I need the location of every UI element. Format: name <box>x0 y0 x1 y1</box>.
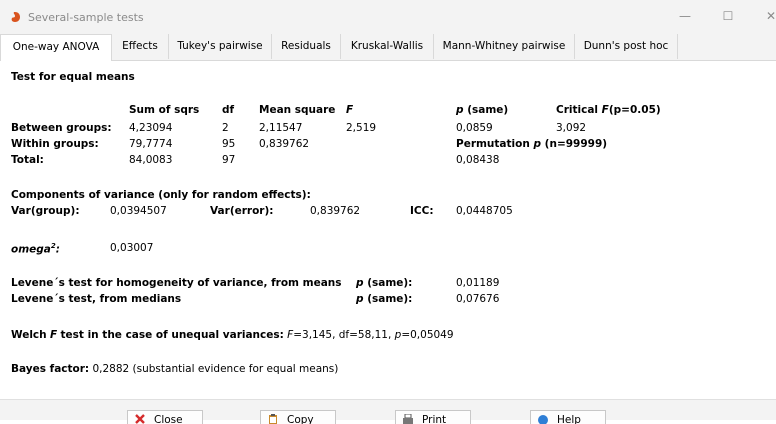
omega-value: 0,03007 <box>110 242 154 254</box>
footer-bar: Close Copy Print Help <box>0 399 776 424</box>
cell-total-sum: 84,0083 <box>129 154 173 166</box>
levene-means-label: Levene´s test for homogeneity of varianc… <box>11 277 342 289</box>
levene-means-p-label: p (same): <box>356 277 413 289</box>
minimize-button[interactable]: — <box>677 8 693 24</box>
col-header-df: df <box>222 104 235 116</box>
copy-button[interactable]: Copy <box>260 410 336 424</box>
levene-medians-label: Levene´s test, from medians <box>11 293 182 305</box>
results-panel: Test for equal means Sum of sqrs df Mean… <box>0 61 776 388</box>
omega-label: omega2: <box>11 242 60 256</box>
cell-between-df: 2 <box>222 122 229 134</box>
col-header-critical: Critical F(p=0.05) <box>556 104 661 116</box>
close-window-button[interactable]: ✕ <box>763 8 776 24</box>
app-logo-icon <box>11 12 20 22</box>
permutation-label: Permutation p (n=99999) <box>456 138 608 150</box>
close-x-icon <box>135 414 145 424</box>
cell-within-sum: 79,7774 <box>129 138 173 150</box>
help-icon <box>538 415 548 424</box>
cell-total-df: 97 <box>222 154 236 166</box>
tab-bar: One-way ANOVA Effects Tukey's pairwise R… <box>0 34 776 61</box>
icc-value: 0,0448705 <box>456 205 513 217</box>
row-label-total: Total: <box>11 154 44 166</box>
tab-effects[interactable]: Effects <box>112 34 169 59</box>
levene-medians-p-value: 0,07676 <box>456 293 500 305</box>
var-group-value: 0,0394507 <box>110 205 167 217</box>
print-button[interactable]: Print <box>395 410 471 424</box>
printer-icon <box>403 414 413 424</box>
cell-between-critical: 3,092 <box>556 122 587 134</box>
cell-between-sum: 4,23094 <box>129 122 173 134</box>
col-header-p: p (same) <box>456 104 509 116</box>
tab-mann-whitney-pairwise[interactable]: Mann-Whitney pairwise <box>434 34 575 59</box>
var-error-value: 0,839762 <box>310 205 361 217</box>
icc-label: ICC: <box>410 205 434 217</box>
close-button[interactable]: Close <box>127 410 203 424</box>
col-header-sum: Sum of sqrs <box>129 104 200 116</box>
cell-between-f: 2,519 <box>346 122 377 134</box>
clipboard-icon <box>269 414 277 424</box>
row-label-between: Between groups: <box>11 122 112 134</box>
tab-dunns-post-hoc[interactable]: Dunn's post hoc <box>575 34 678 59</box>
section-heading-anova: Test for equal means <box>11 71 135 83</box>
levene-means-p-value: 0,01189 <box>456 277 500 289</box>
maximize-button[interactable]: ☐ <box>720 8 736 24</box>
window-title: Several-sample tests <box>28 11 144 24</box>
row-label-within: Within groups: <box>11 138 99 150</box>
tab-one-way-anova[interactable]: One-way ANOVA <box>0 34 112 61</box>
section-heading-variance: Components of variance (only for random … <box>11 189 311 201</box>
var-error-label: Var(error): <box>210 205 274 217</box>
help-button[interactable]: Help <box>530 410 606 424</box>
welch-test-line: Welch F test in the case of unequal vari… <box>11 329 454 341</box>
col-header-mean: Mean square <box>259 104 336 116</box>
var-group-label: Var(group): <box>11 205 80 217</box>
tab-tukeys-pairwise[interactable]: Tukey's pairwise <box>169 34 272 59</box>
bayes-factor-line: Bayes factor: 0,2882 (substantial eviden… <box>11 363 339 375</box>
cell-permutation-p: 0,08438 <box>456 154 500 166</box>
cell-within-df: 95 <box>222 138 236 150</box>
cell-between-mean: 2,11547 <box>259 122 303 134</box>
cell-between-p: 0,0859 <box>456 122 493 134</box>
tab-residuals[interactable]: Residuals <box>272 34 341 59</box>
title-bar: Several-sample tests — ☐ ✕ <box>0 0 776 34</box>
col-header-f: F <box>346 104 354 116</box>
levene-medians-p-label: p (same): <box>356 293 413 305</box>
tab-kruskal-wallis[interactable]: Kruskal-Wallis <box>341 34 434 59</box>
cell-within-mean: 0,839762 <box>259 138 310 150</box>
